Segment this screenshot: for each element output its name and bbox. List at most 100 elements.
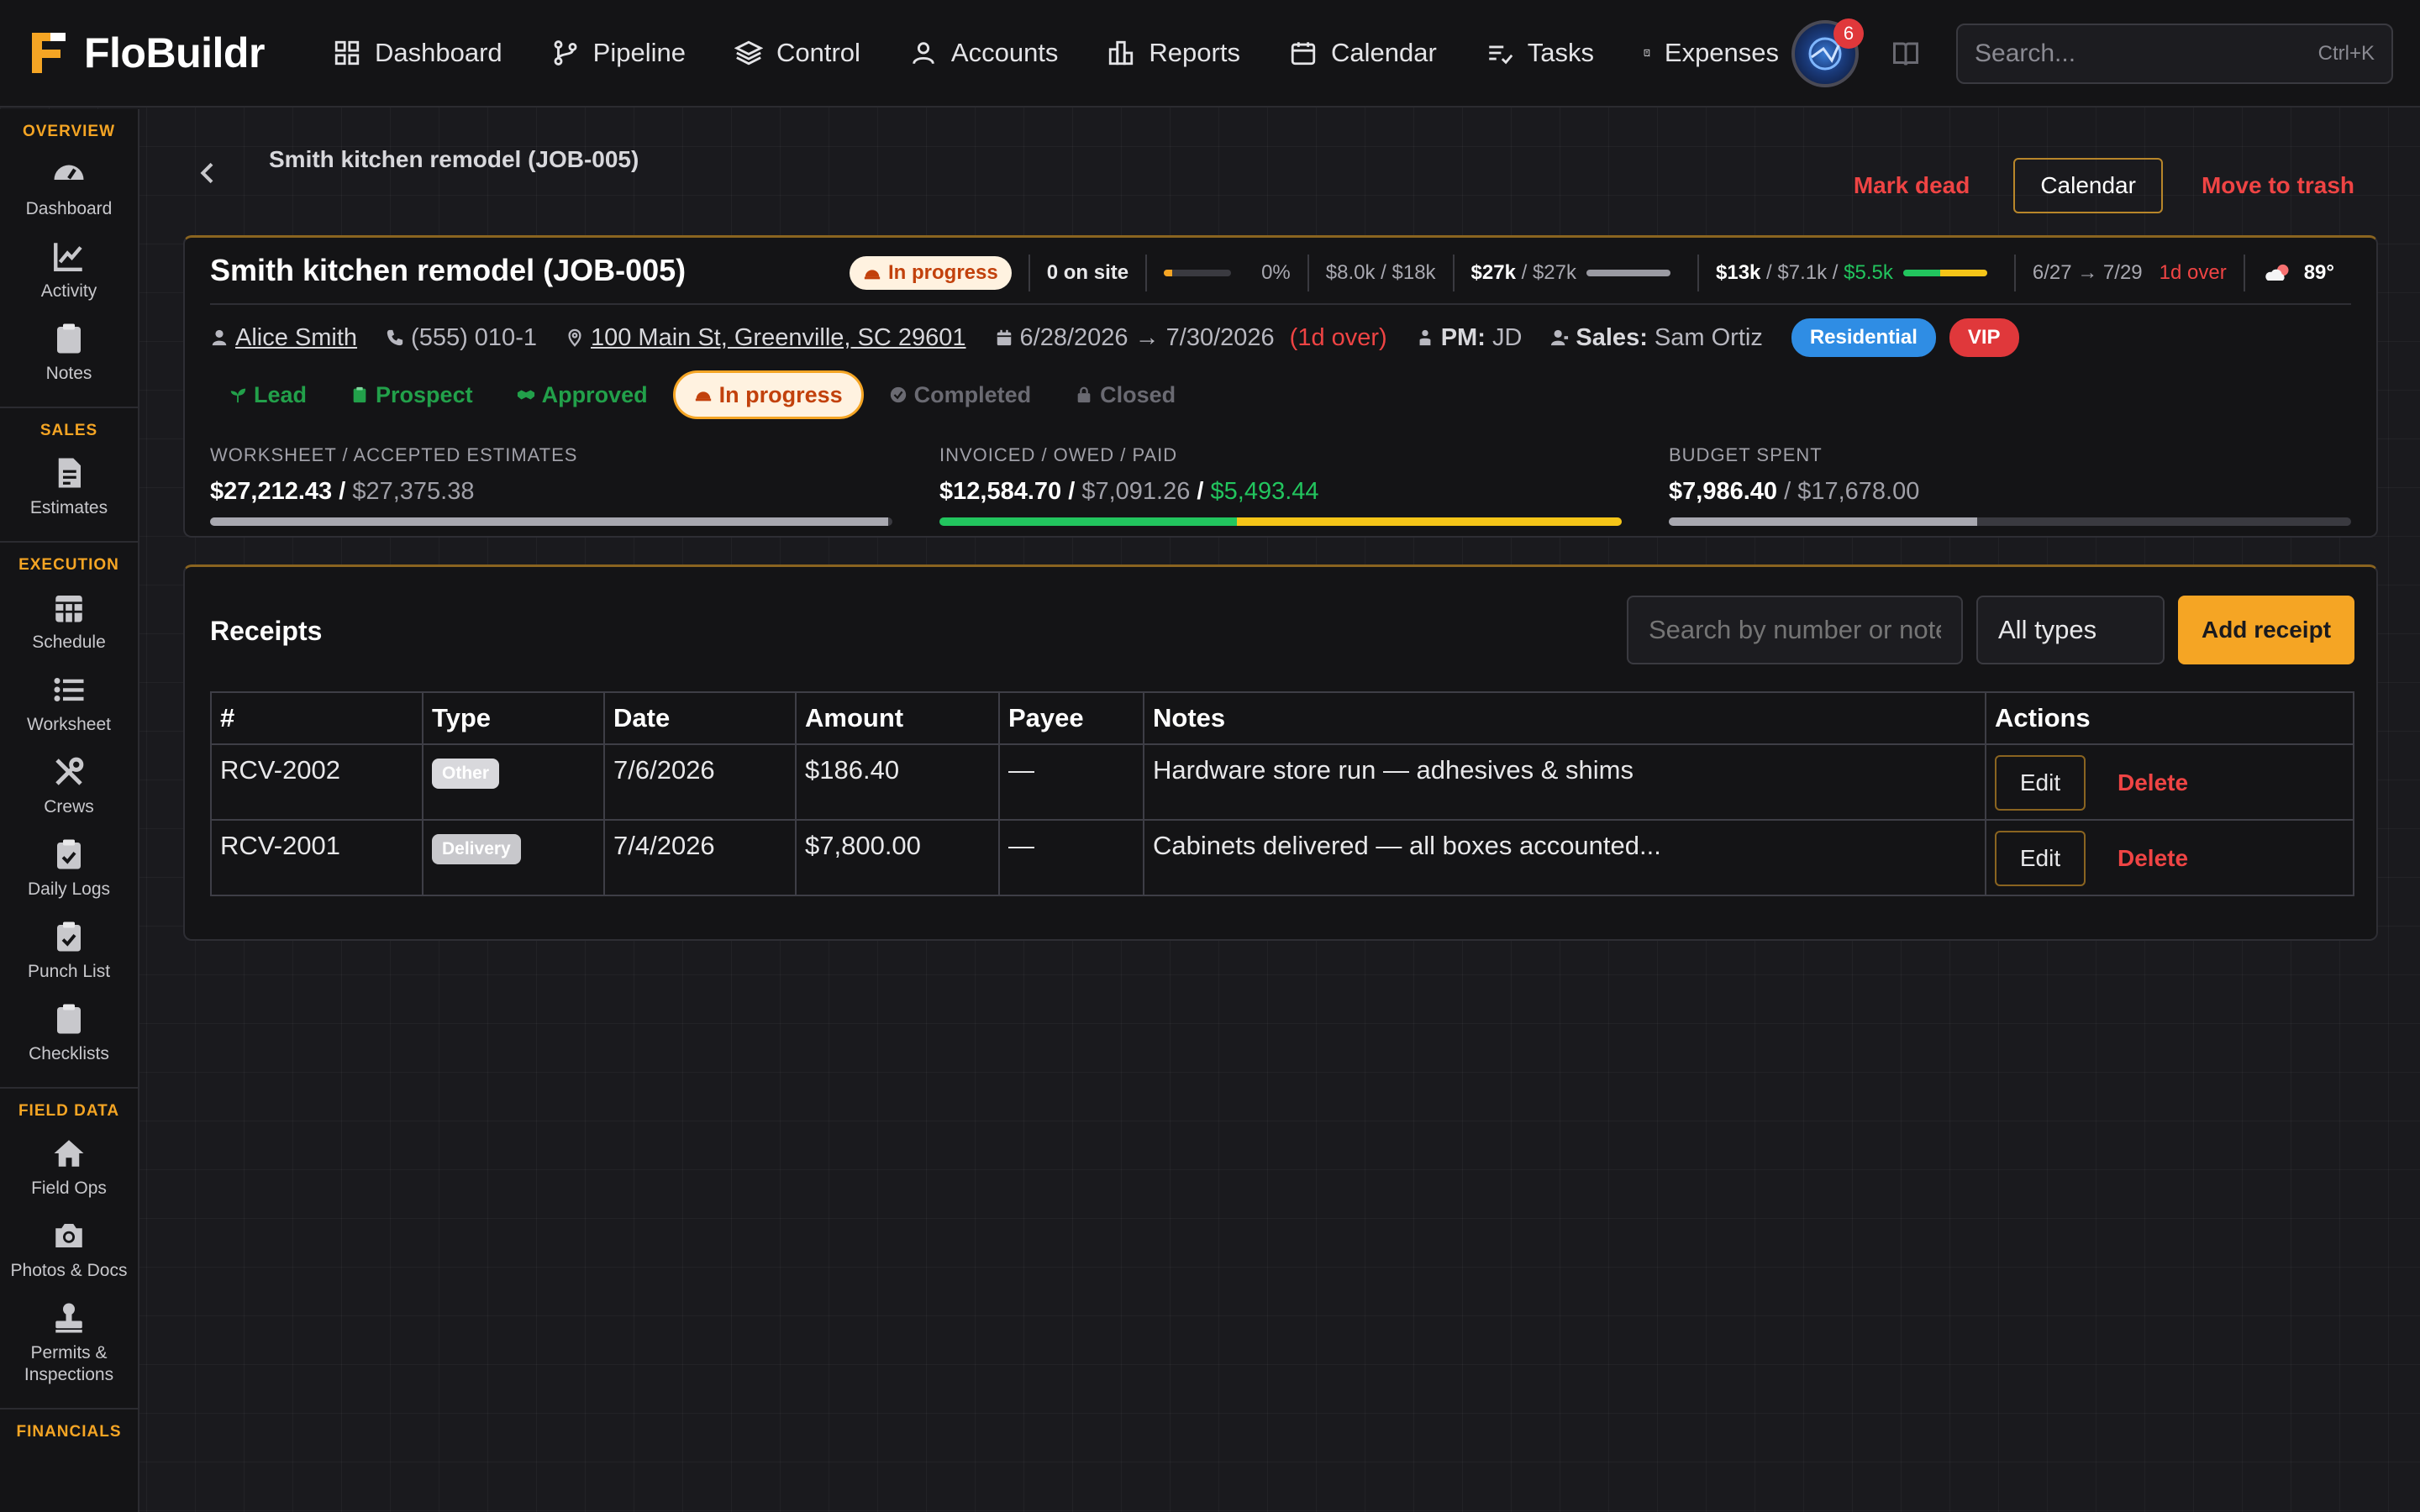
nav-control[interactable]: Control xyxy=(734,0,860,107)
receipts-search-input[interactable] xyxy=(1627,596,1963,664)
sidebar-item-estimates[interactable]: Estimates xyxy=(0,449,138,531)
edit-button[interactable]: Edit xyxy=(1995,755,2086,811)
mark-dead-button[interactable]: Mark dead xyxy=(1854,172,1970,199)
stage-in-progress[interactable]: In progress xyxy=(672,370,864,419)
client-field[interactable]: Alice Smith xyxy=(210,324,357,352)
handshake-icon xyxy=(517,390,534,400)
weather-stat: 89° xyxy=(2243,255,2351,291)
table-row[interactable]: RCV-2001 Delivery 7/4/2026 $7,800.00 — C… xyxy=(210,819,2354,896)
user-avatar-button[interactable]: 6 xyxy=(1791,18,1864,87)
stage-label: Completed xyxy=(913,381,1032,407)
sidebar-item-schedule[interactable]: Schedule xyxy=(0,583,138,665)
table-row[interactable]: RCV-2002 Other 7/6/2026 $186.40 — Hardwa… xyxy=(210,743,2354,821)
sidebar-label: Notes xyxy=(45,364,92,383)
stage-label: Approved xyxy=(541,381,648,407)
book-icon[interactable] xyxy=(1891,39,1921,69)
col-amount[interactable]: Amount xyxy=(795,691,1000,745)
budget-spent-short: $8.0k xyxy=(1325,261,1376,284)
estimate-bar xyxy=(1586,270,1670,276)
type-filter-select[interactable]: All types xyxy=(1976,596,2165,664)
stage-completed[interactable]: Completed xyxy=(871,370,1050,419)
sidebar-item-dashboard[interactable]: Dashboard xyxy=(0,150,138,232)
sidebar-item-daily-logs[interactable]: Daily Logs xyxy=(0,830,138,912)
phone-icon xyxy=(387,329,403,346)
global-search[interactable]: Search... Ctrl+K xyxy=(1956,24,2393,84)
sidebar-item-crews[interactable]: Crews xyxy=(0,748,138,830)
worksheet-short: $27k xyxy=(1470,261,1516,284)
budget-total: $17,678.00 xyxy=(1797,478,1920,505)
col-payee[interactable]: Payee xyxy=(998,691,1144,745)
dates-stat: 6/27 → 7/29 1d over xyxy=(2013,255,2244,291)
nav-expenses[interactable]: Expenses xyxy=(1643,0,1779,107)
delete-button[interactable]: Delete xyxy=(2118,845,2188,872)
sidebar-item-field-ops[interactable]: Field Ops xyxy=(0,1129,138,1211)
calendar-button[interactable]: Calendar xyxy=(2013,158,2163,213)
sidebar-item-permits[interactable]: Permits & Inspections xyxy=(0,1294,138,1398)
phone-field[interactable]: (555) 010-1 xyxy=(386,324,537,352)
nav-dashboard[interactable]: Dashboard xyxy=(333,0,502,107)
hardhat-icon xyxy=(695,391,711,402)
arrow: → xyxy=(2077,261,2098,284)
sidebar-item-photos-docs[interactable]: Photos & Docs xyxy=(0,1211,138,1294)
budget-fill xyxy=(1669,517,1978,526)
on-site-stat: 0 on site xyxy=(1028,255,1145,291)
budget-label: BUDGET SPENT xyxy=(1669,444,1823,465)
stage-lead[interactable]: Lead xyxy=(210,370,325,419)
nav-tasks[interactable]: Tasks xyxy=(1486,0,1594,107)
edit-button[interactable]: Edit xyxy=(1995,831,2086,886)
receipt-amount: $7,800.00 xyxy=(795,819,1000,896)
add-receipt-button[interactable]: Add receipt xyxy=(2178,596,2354,664)
sales-label: Sales: xyxy=(1576,323,1648,351)
divider xyxy=(210,303,2351,305)
move-to-trash-button[interactable]: Move to trash xyxy=(2202,172,2354,199)
delete-button[interactable]: Delete xyxy=(2118,769,2188,796)
header-actions: Mark dead Calendar Move to trash xyxy=(1854,158,2354,213)
worksheet-bar xyxy=(210,517,892,526)
stage-approved[interactable]: Approved xyxy=(498,370,666,419)
col-number[interactable]: # xyxy=(210,691,424,745)
sidebar-heading: EXECUTION xyxy=(18,556,119,574)
stamp-icon xyxy=(55,1303,82,1333)
start-date: 6/28/2026 xyxy=(1019,323,1128,351)
col-type[interactable]: Type xyxy=(422,691,605,745)
sales-field: Sales: Sam Ortiz xyxy=(1550,323,1763,352)
nav-label: Expenses xyxy=(1664,38,1780,67)
address-field[interactable]: 100 Main St, Greenville, SC 29601 xyxy=(566,324,966,352)
receipt-number: RCV-2002 xyxy=(210,743,424,821)
sidebar-item-checklists[interactable]: Checklists xyxy=(0,995,138,1077)
app-logo[interactable]: FloBuildr xyxy=(30,29,333,77)
nav-calendar[interactable]: Calendar xyxy=(1289,0,1437,107)
nav-reports[interactable]: Reports xyxy=(1107,0,1240,107)
stage-closed[interactable]: Closed xyxy=(1056,370,1194,419)
app-name: FloBuildr xyxy=(84,29,265,76)
worksheet-fill xyxy=(210,517,889,526)
col-notes[interactable]: Notes xyxy=(1143,691,1986,745)
sidebar-label: Activity xyxy=(40,281,97,301)
nav-accounts[interactable]: Accounts xyxy=(909,0,1058,107)
main-nav: Dashboard Pipeline Control Accounts Repo… xyxy=(333,0,1779,107)
job-title: Smith kitchen remodel (JOB-005) xyxy=(210,253,687,287)
back-chevron-icon[interactable] xyxy=(195,160,222,186)
tag-vip[interactable]: VIP xyxy=(1949,318,2019,357)
col-date[interactable]: Date xyxy=(603,691,797,745)
worksheet-values: $27,212.43 / $27,375.38 xyxy=(210,478,475,505)
status-stat: In progress xyxy=(833,255,1028,291)
sidebar-heading: OVERVIEW xyxy=(22,123,116,140)
receipt-notes: Hardware store run — adhesives & shims xyxy=(1143,743,1986,821)
sidebar-item-worksheet[interactable]: Worksheet xyxy=(0,665,138,748)
invoice-label: INVOICED / OWED / PAID xyxy=(939,444,1178,465)
receipt-actions: Edit Delete xyxy=(1985,819,2354,896)
sidebar-item-punch-list[interactable]: Punch List xyxy=(0,912,138,995)
nav-pipeline[interactable]: Pipeline xyxy=(551,0,686,107)
sales-value: Sam Ortiz xyxy=(1654,323,1763,351)
stage-prospect[interactable]: Prospect xyxy=(332,370,492,419)
nav-label: Reports xyxy=(1149,38,1240,67)
sidebar-item-notes[interactable]: Notes xyxy=(0,314,138,396)
client-name-link[interactable]: Alice Smith xyxy=(235,324,357,352)
tag-residential[interactable]: Residential xyxy=(1791,318,1936,357)
address-link[interactable]: 100 Main St, Greenville, SC 29601 xyxy=(591,324,966,352)
sidebar-item-activity[interactable]: Activity xyxy=(0,232,138,314)
worksheet-summary: WORKSHEET / ACCEPTED ESTIMATES $27,212.4… xyxy=(210,444,892,526)
lock-icon xyxy=(1077,386,1091,403)
search-input[interactable]: Search... xyxy=(1975,39,2318,68)
